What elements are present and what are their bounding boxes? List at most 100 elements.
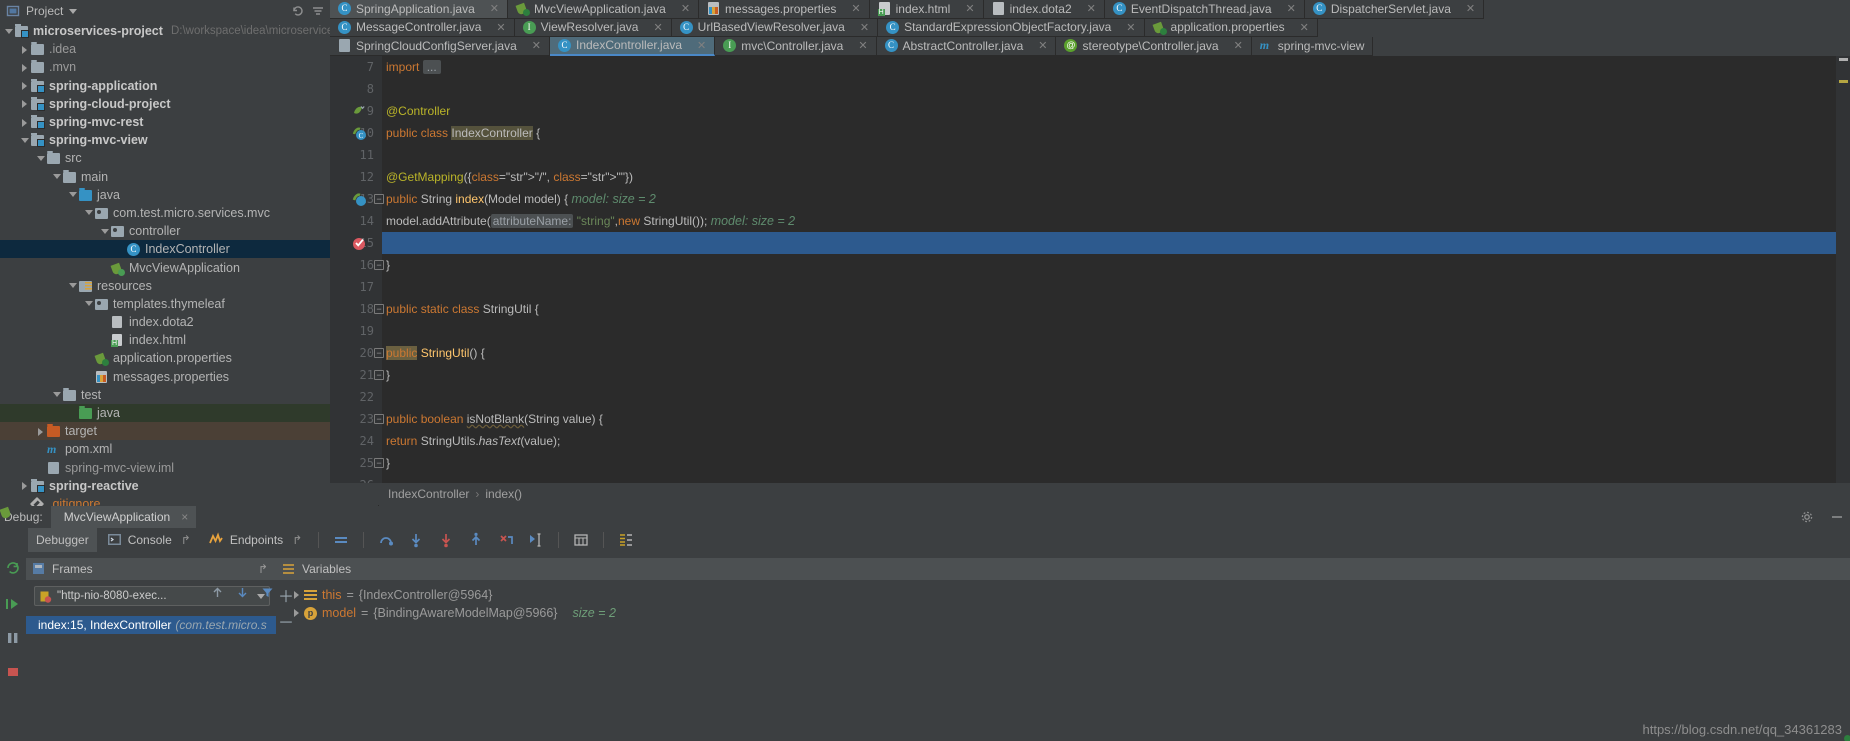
drop-frame-icon[interactable] bbox=[498, 532, 514, 548]
tree-node-spring-mvc-view[interactable]: spring-mvc-view bbox=[0, 131, 378, 149]
tree-node--idea[interactable]: .idea bbox=[0, 40, 378, 58]
spring-bean-icon[interactable] bbox=[352, 104, 367, 119]
editor-tab[interactable]: C IndexController.java ✕ bbox=[549, 37, 716, 56]
force-step-into-icon[interactable] bbox=[438, 532, 454, 548]
editor-tab-row-2[interactable]: C MessageController.java ✕ I ViewResolver.ja… bbox=[330, 18, 1850, 38]
chevron-right-icon[interactable] bbox=[20, 98, 31, 109]
chevron-down-icon[interactable] bbox=[100, 226, 111, 237]
fold-collapse-icon[interactable]: − bbox=[374, 414, 384, 424]
editor-tab[interactable]: I ViewResolver.java ✕ bbox=[514, 18, 672, 38]
chevron-right-icon[interactable] bbox=[20, 117, 31, 128]
tree-node-spring-mvc-view-iml[interactable]: spring-mvc-view.iml bbox=[0, 459, 378, 477]
tree-node-spring-mvc-rest[interactable]: spring-mvc-rest bbox=[0, 113, 378, 131]
tree-node-pom-xml[interactable]: m pom.xml bbox=[0, 440, 378, 458]
editor-tab[interactable]: index.dota2 ✕ bbox=[983, 0, 1105, 19]
fold-end-icon[interactable]: − bbox=[374, 260, 384, 270]
close-icon[interactable]: ✕ bbox=[496, 21, 505, 34]
code-line[interactable]: public String index(Model model) { model… bbox=[386, 188, 656, 210]
step-into-icon[interactable] bbox=[408, 532, 424, 548]
editor-tab[interactable]: C SpringApplication.java ✕ bbox=[330, 0, 508, 19]
chevron-right-icon[interactable] bbox=[20, 480, 31, 491]
settings-icon[interactable] bbox=[1800, 510, 1814, 524]
breadcrumb-class[interactable]: IndexController bbox=[388, 487, 469, 501]
pin-icon[interactable]: ↱ bbox=[258, 562, 268, 576]
variables-list[interactable]: this = {IndexController@5964} p model = {Bindi… bbox=[276, 586, 1850, 622]
close-icon[interactable]: ✕ bbox=[490, 2, 499, 15]
chevron-right-icon[interactable] bbox=[294, 609, 299, 617]
pause-icon[interactable] bbox=[5, 630, 21, 649]
rerun-icon[interactable] bbox=[5, 560, 21, 579]
remove-icon[interactable]: － bbox=[278, 616, 294, 632]
hide-icon[interactable] bbox=[1830, 510, 1844, 524]
code-line[interactable]: @GetMapping({class="str">"/", class="str… bbox=[386, 166, 633, 188]
tree-node-com-test-micro-services-mvc[interactable]: com.test.micro.services.mvc bbox=[0, 204, 378, 222]
code-line[interactable]: public StringUtil() { bbox=[386, 342, 485, 364]
step-out-icon[interactable] bbox=[468, 532, 484, 548]
chevron-down-icon[interactable] bbox=[36, 153, 47, 164]
tree-node-application-properties[interactable]: application.properties bbox=[0, 349, 378, 367]
fold-collapse-icon[interactable]: − bbox=[374, 194, 384, 204]
editor-tab[interactable]: m spring-mvc-view bbox=[1251, 37, 1374, 56]
tree-node-messages-properties[interactable]: messages.properties bbox=[0, 368, 378, 386]
chevron-down-icon[interactable] bbox=[4, 26, 15, 37]
breadcrumb[interactable]: IndexController › index() bbox=[330, 483, 1850, 505]
editor-tabs[interactable]: C SpringApplication.java ✕ MvcViewApplicati… bbox=[330, 0, 1850, 56]
fold-collapse-icon[interactable]: − bbox=[374, 304, 384, 314]
code-line[interactable]: public class IndexController { bbox=[386, 122, 540, 144]
debug-session-tab[interactable]: MvcViewApplication × bbox=[50, 506, 1850, 741]
code-line[interactable]: public static class StringUtil { bbox=[386, 298, 539, 320]
chevron-down-icon[interactable] bbox=[52, 171, 63, 182]
chevron-down-icon[interactable] bbox=[20, 135, 31, 146]
chevron-right-icon[interactable] bbox=[20, 44, 31, 55]
fold-end-icon[interactable]: − bbox=[374, 458, 384, 468]
editor-tab[interactable]: C MessageController.java ✕ bbox=[330, 18, 515, 38]
variable-row[interactable]: this = {IndexController@5964} bbox=[276, 586, 1850, 604]
tree-node-templates-thymeleaf[interactable]: templates.thymeleaf bbox=[0, 295, 378, 313]
close-icon[interactable]: ✕ bbox=[532, 39, 541, 52]
chevron-right-icon[interactable] bbox=[20, 62, 31, 73]
editor-tab-row-3[interactable]: SpringCloudConfigServer.java ✕ C IndexContr… bbox=[330, 37, 1850, 56]
java-class-icon[interactable]: C bbox=[352, 126, 367, 141]
tree-node-java[interactable]: java bbox=[0, 403, 378, 423]
layout-icon[interactable] bbox=[618, 532, 634, 548]
chevron-down-icon[interactable] bbox=[52, 389, 63, 400]
close-icon[interactable]: ✕ bbox=[1126, 21, 1135, 34]
frame-row[interactable]: index:15, IndexController (com.test.micro… bbox=[26, 616, 276, 634]
tree-node-spring-application[interactable]: spring-application bbox=[0, 77, 378, 95]
fold-end-icon[interactable]: − bbox=[374, 370, 384, 380]
tree-node-microservices-project[interactable]: microservices-project D:\workspace\idea\m… bbox=[0, 22, 378, 40]
warning-marker[interactable] bbox=[1839, 80, 1848, 83]
mute-breakpoints-icon[interactable] bbox=[333, 532, 349, 548]
code-editor[interactable]: 7891011121314151617181920212223242526 im… bbox=[330, 56, 1850, 483]
editor-tab[interactable]: C StandardExpressionObjectFactory.java ✕ bbox=[878, 18, 1145, 38]
refresh-icon[interactable] bbox=[291, 4, 305, 18]
close-icon[interactable]: ✕ bbox=[860, 21, 869, 34]
step-over-icon[interactable] bbox=[378, 532, 394, 548]
close-icon[interactable]: ✕ bbox=[858, 39, 867, 52]
editor-tab[interactable]: Imvc\Controller.java ✕ bbox=[715, 37, 877, 56]
tree-node-index-dota2[interactable]: index.dota2 bbox=[0, 313, 378, 331]
chevron-right-icon[interactable] bbox=[20, 80, 31, 91]
code-line[interactable]: import ... bbox=[386, 56, 441, 78]
code-line[interactable]: } bbox=[386, 452, 390, 474]
close-icon[interactable]: ✕ bbox=[697, 39, 706, 52]
chevron-down-icon[interactable] bbox=[68, 280, 79, 291]
close-icon[interactable]: ✕ bbox=[1038, 39, 1047, 52]
resume-program-icon[interactable] bbox=[5, 596, 21, 615]
frames-list[interactable]: index:15, IndexController (com.test.micro… bbox=[26, 616, 276, 634]
editor-tab[interactable]: C DispatcherServlet.java ✕ bbox=[1304, 0, 1485, 19]
spring-mapping-icon[interactable] bbox=[352, 192, 367, 207]
chevron-right-icon[interactable] bbox=[294, 591, 299, 599]
close-icon[interactable]: ✕ bbox=[1234, 39, 1243, 52]
breakpoint-verified-icon[interactable] bbox=[352, 236, 367, 251]
chevron-down-icon[interactable] bbox=[84, 298, 95, 309]
tree-node-mvcviewapplication[interactable]: MvcViewApplication bbox=[0, 258, 378, 276]
code-line[interactable]: public boolean isNotBlank(String value) … bbox=[386, 408, 603, 430]
chevron-down-icon[interactable] bbox=[84, 207, 95, 218]
close-icon[interactable]: ✕ bbox=[851, 2, 860, 15]
code-line[interactable]: return StringUtils.hasText(value); bbox=[386, 430, 560, 452]
down-arrow-icon[interactable] bbox=[236, 586, 249, 602]
evaluate-expression-icon[interactable] bbox=[573, 532, 589, 548]
collapse-all-icon[interactable] bbox=[311, 4, 325, 18]
tree-node-java[interactable]: java bbox=[0, 186, 378, 204]
